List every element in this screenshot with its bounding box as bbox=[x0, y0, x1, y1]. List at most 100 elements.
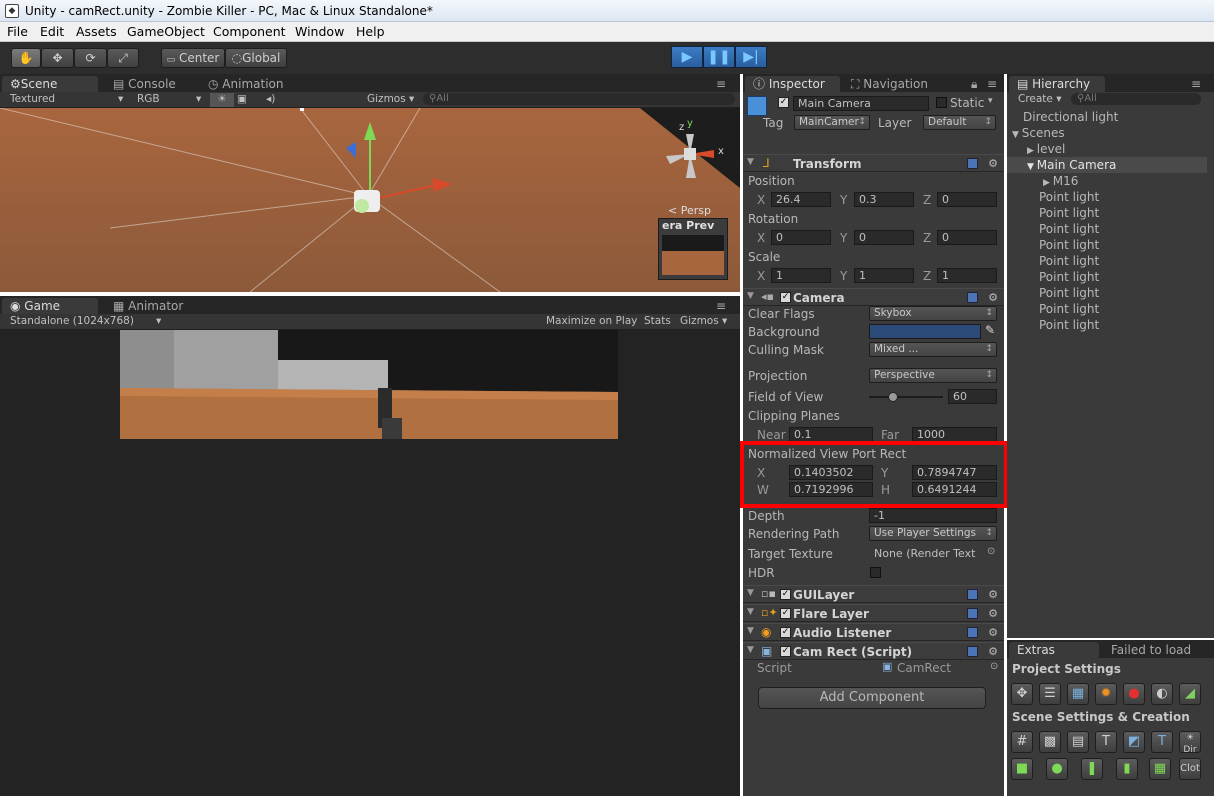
audio-toggle-icon[interactable]: ◂) bbox=[266, 93, 275, 105]
hierarchy-item-scenes[interactable]: ▼ Scenes bbox=[1012, 126, 1065, 140]
object-picker-icon[interactable]: ⊙ bbox=[987, 546, 995, 557]
lock-icon[interactable]: 🔒︎ bbox=[971, 76, 977, 92]
hierarchy-item-point-light[interactable]: Point light bbox=[1039, 270, 1099, 284]
tab-game[interactable]: ◉ Game bbox=[2, 298, 98, 314]
step-button[interactable]: ▶| bbox=[735, 46, 767, 68]
tab-animation[interactable]: ◷ Animation bbox=[200, 76, 291, 92]
gizmos-dropdown[interactable]: Gizmos ▾ bbox=[367, 93, 414, 105]
menu-component[interactable]: Component bbox=[213, 24, 286, 39]
tab-console[interactable]: ▤ Console bbox=[105, 76, 184, 92]
move-settings-icon[interactable]: ✥ bbox=[1011, 683, 1033, 705]
target-texture-field[interactable]: None (Render Text bbox=[869, 546, 981, 561]
scene-viewport[interactable]: z y x < Persp era Prev bbox=[0, 108, 740, 292]
tab-inspector[interactable]: ⓘ Inspector bbox=[745, 76, 840, 92]
help-book-icon[interactable] bbox=[967, 608, 978, 619]
plane-icon[interactable]: ▦ bbox=[1149, 758, 1171, 780]
panel-menu-icon[interactable]: ≡ bbox=[716, 76, 726, 92]
render-mode-dropdown[interactable]: Textured bbox=[10, 93, 55, 105]
clear-flags-dropdown[interactable]: Skybox bbox=[869, 306, 997, 321]
scale-z-field[interactable]: 1 bbox=[937, 268, 997, 283]
transform-header[interactable]: ▼ ⅃ Transform ⚙ bbox=[743, 154, 1004, 172]
tag-dropdown[interactable]: MainCamer bbox=[794, 115, 870, 130]
rotation-x-field[interactable]: 0 bbox=[771, 230, 831, 245]
tab-extras[interactable]: Extras bbox=[1009, 642, 1099, 658]
capsule-icon[interactable]: ❚ bbox=[1081, 758, 1103, 780]
color-mode-dropdown[interactable]: RGB bbox=[137, 93, 160, 105]
hierarchy-item-main-camera[interactable]: ▼ Main Camera bbox=[1027, 158, 1116, 172]
viewport-x-field[interactable]: 0.1403502 bbox=[789, 465, 873, 480]
position-x-field[interactable]: 26.4 bbox=[771, 192, 831, 207]
gear-icon[interactable]: ⚙ bbox=[988, 588, 998, 601]
image-effects-icon[interactable]: ▣ bbox=[237, 93, 247, 105]
guilayer-header[interactable]: ▼ ▫▪ ✓ GUILayer ⚙ bbox=[743, 585, 1004, 603]
menu-gameobject[interactable]: GameObject bbox=[127, 24, 205, 39]
grid-icon[interactable]: # bbox=[1011, 731, 1033, 753]
menu-assets[interactable]: Assets bbox=[76, 24, 117, 39]
cloth-button[interactable]: Clot bbox=[1179, 758, 1201, 780]
tab-animator[interactable]: ▦ Animator bbox=[105, 298, 191, 314]
stats-toggle[interactable]: Stats bbox=[644, 315, 671, 327]
dropdown-arrow-icon[interactable]: ▾ bbox=[988, 96, 993, 106]
checker-icon[interactable]: ▩ bbox=[1039, 731, 1061, 753]
rotation-y-field[interactable]: 0 bbox=[854, 230, 914, 245]
game-viewport[interactable] bbox=[0, 330, 740, 796]
graphics-settings-icon[interactable]: ◢ bbox=[1179, 683, 1201, 705]
gear-icon[interactable]: ⚙ bbox=[988, 291, 998, 304]
background-color-swatch[interactable] bbox=[869, 324, 981, 339]
move-tool-icon[interactable]: ✥ bbox=[41, 48, 74, 68]
menu-file[interactable]: File bbox=[7, 24, 28, 39]
panel-menu-icon[interactable]: ≡ bbox=[987, 76, 997, 92]
depth-field[interactable]: -1 bbox=[869, 508, 997, 523]
sphere-icon[interactable]: ● bbox=[1046, 758, 1068, 780]
gui-text-icon[interactable]: T bbox=[1151, 731, 1173, 753]
flare-layer-enabled-checkbox[interactable]: ✓ bbox=[780, 608, 791, 619]
viewport-h-field[interactable]: 0.6491244 bbox=[912, 482, 997, 497]
hierarchy-item-point-light[interactable]: Point light bbox=[1039, 222, 1099, 236]
directional-light-button[interactable]: ☀ Dir bbox=[1179, 731, 1201, 755]
tab-scene[interactable]: ⚙Scene bbox=[2, 76, 98, 92]
active-checkbox[interactable]: ✓ bbox=[778, 97, 789, 108]
fov-field[interactable]: 60 bbox=[948, 389, 997, 404]
viewport-y-field[interactable]: 0.7894747 bbox=[912, 465, 997, 480]
cylinder-icon[interactable]: ▮ bbox=[1116, 758, 1138, 780]
hierarchy-item-m16[interactable]: ▶ M16 bbox=[1043, 174, 1078, 188]
gear-icon[interactable]: ⚙ bbox=[988, 607, 998, 620]
gear-icon[interactable]: ⚙ bbox=[988, 645, 998, 658]
hierarchy-search-input[interactable]: ⚲All bbox=[1071, 93, 1201, 105]
help-book-icon[interactable] bbox=[967, 589, 978, 600]
camera-header[interactable]: ▼ ◂▪ ✓ Camera ⚙ bbox=[743, 288, 1004, 306]
fov-slider-track[interactable] bbox=[869, 396, 943, 398]
record-icon[interactable]: ● bbox=[1123, 683, 1145, 705]
build-settings-icon[interactable]: ▦ bbox=[1067, 683, 1089, 705]
create-dropdown[interactable]: Create ▾ bbox=[1018, 93, 1062, 105]
guilayer-enabled-checkbox[interactable]: ✓ bbox=[780, 589, 791, 600]
help-book-icon[interactable] bbox=[967, 292, 978, 303]
maximize-on-play-toggle[interactable]: Maximize on Play bbox=[546, 315, 637, 327]
flare-layer-header[interactable]: ▼ ▫✦ ✓ Flare Layer ⚙ bbox=[743, 604, 1004, 622]
hdr-checkbox[interactable] bbox=[870, 567, 881, 578]
gear-icon[interactable]: ⚙ bbox=[988, 626, 998, 639]
scale-y-field[interactable]: 1 bbox=[854, 268, 914, 283]
layer-dropdown[interactable]: Default bbox=[923, 115, 996, 130]
physics-settings-icon[interactable]: ✹ bbox=[1095, 683, 1117, 705]
rendering-path-dropdown[interactable]: Use Player Settings bbox=[869, 526, 997, 541]
panel-menu-icon[interactable]: ≡ bbox=[1191, 76, 1201, 92]
hand-tool-icon[interactable]: ✋ bbox=[11, 48, 41, 68]
axis-gizmo[interactable]: z y x bbox=[660, 118, 730, 186]
panel-menu-icon[interactable]: ≡ bbox=[716, 298, 726, 314]
layers-icon[interactable]: ▤ bbox=[1067, 731, 1089, 753]
far-field[interactable]: 1000 bbox=[912, 427, 997, 442]
audio-listener-header[interactable]: ▼ ◉ ✓ Audio Listener ⚙ bbox=[743, 623, 1004, 641]
culling-mask-dropdown[interactable]: Mixed ... bbox=[869, 342, 997, 357]
resolution-dropdown[interactable]: Standalone (1024x768) bbox=[10, 315, 134, 327]
object-name-field[interactable]: Main Camera bbox=[793, 96, 929, 111]
rotate-tool-icon[interactable]: ⟳ bbox=[74, 48, 107, 68]
gear-icon[interactable]: ⚙ bbox=[988, 157, 998, 170]
text-mesh-icon[interactable]: T bbox=[1095, 731, 1117, 753]
gui-texture-icon[interactable]: ◩ bbox=[1123, 731, 1145, 753]
hierarchy-item-point-light[interactable]: Point light bbox=[1039, 302, 1099, 316]
scale-x-field[interactable]: 1 bbox=[771, 268, 831, 283]
hierarchy-item-point-light[interactable]: Point light bbox=[1039, 238, 1099, 252]
projection-dropdown[interactable]: Perspective bbox=[869, 368, 997, 383]
tab-navigation[interactable]: ⛶ Navigation bbox=[843, 76, 936, 92]
